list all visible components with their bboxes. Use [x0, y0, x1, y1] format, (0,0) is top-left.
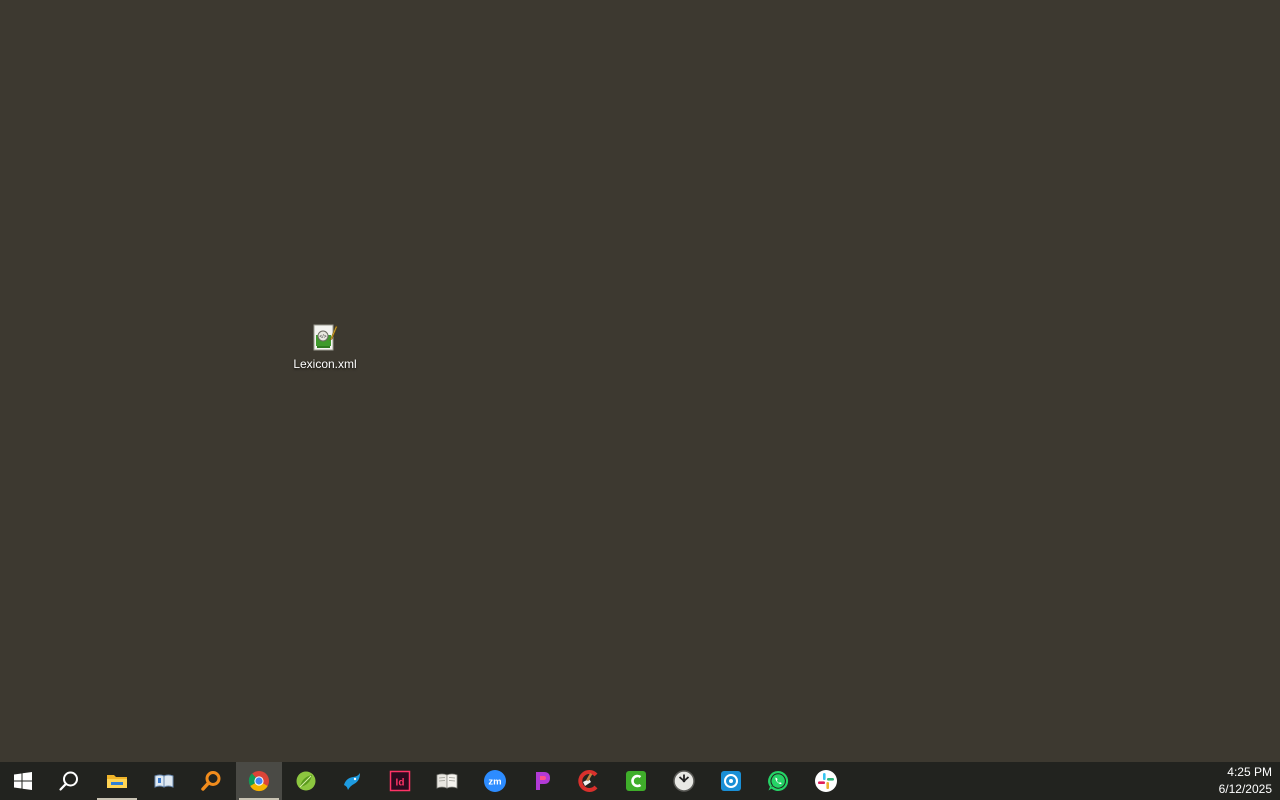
- taskbar-camtasia[interactable]: [613, 762, 659, 800]
- folder-icon: [107, 775, 127, 788]
- indesign-icon: Id: [389, 770, 411, 792]
- chrome-icon: [248, 771, 269, 792]
- taskbar-chrome[interactable]: [236, 762, 282, 800]
- whatsapp-icon: [768, 770, 789, 791]
- taskbar: Id zm: [0, 762, 1280, 800]
- slack-icon: [815, 770, 837, 792]
- purple-p-icon: [536, 772, 550, 790]
- taskbar-slack[interactable]: [803, 762, 849, 800]
- svg-text:</>: </>: [319, 334, 326, 340]
- search-icon: [59, 771, 78, 791]
- clock-time: 4:25 PM: [1227, 765, 1272, 779]
- start-button[interactable]: [0, 762, 46, 800]
- blue-circle-icon: [721, 771, 741, 791]
- taskbar-app-blue-bird[interactable]: [329, 762, 375, 800]
- taskbar-indesign[interactable]: Id: [377, 762, 423, 800]
- taskbar-app-orange-search[interactable]: [188, 762, 234, 800]
- taskbar-app-book-blue[interactable]: [141, 762, 187, 800]
- taskbar-file-explorer[interactable]: [94, 762, 140, 800]
- windows-logo-icon: [14, 772, 32, 790]
- zoom-icon: zm: [484, 770, 506, 792]
- desktop-icon-label: Lexicon.xml: [293, 357, 357, 371]
- taskbar-clock-app[interactable]: [661, 762, 707, 800]
- taskbar-app-open-book[interactable]: [424, 762, 470, 800]
- blue-bird-icon: [344, 773, 360, 790]
- xml-file-icon: </>: [313, 324, 338, 351]
- open-book-icon: [436, 773, 458, 789]
- desktop: </> Lexicon.xml: [0, 0, 1280, 762]
- system-clock[interactable]: 4:25 PM 6/12/2025: [1202, 762, 1272, 800]
- zoom-icon-text: zm: [488, 777, 501, 788]
- ccleaner-icon: [578, 770, 598, 792]
- taskbar-ccleaner[interactable]: [566, 762, 612, 800]
- magnifier-orange-icon: [201, 771, 221, 791]
- taskbar-zoom[interactable]: zm: [472, 762, 518, 800]
- clock-icon: [673, 770, 695, 792]
- clock-date: 6/12/2025: [1218, 782, 1272, 796]
- book-icon: [154, 774, 174, 788]
- search-button[interactable]: [46, 762, 92, 800]
- desktop-icon-lexicon-xml[interactable]: </> Lexicon.xml: [288, 322, 362, 380]
- taskbar-whatsapp[interactable]: [755, 762, 801, 800]
- camtasia-icon: [626, 771, 646, 791]
- taskbar-app-blue-circle[interactable]: [708, 762, 754, 800]
- indesign-icon-text: Id: [396, 778, 405, 789]
- taskbar-app-purple-p[interactable]: [519, 762, 565, 800]
- green-leaf-icon: [296, 771, 316, 791]
- taskbar-app-green-leaf[interactable]: [283, 762, 329, 800]
